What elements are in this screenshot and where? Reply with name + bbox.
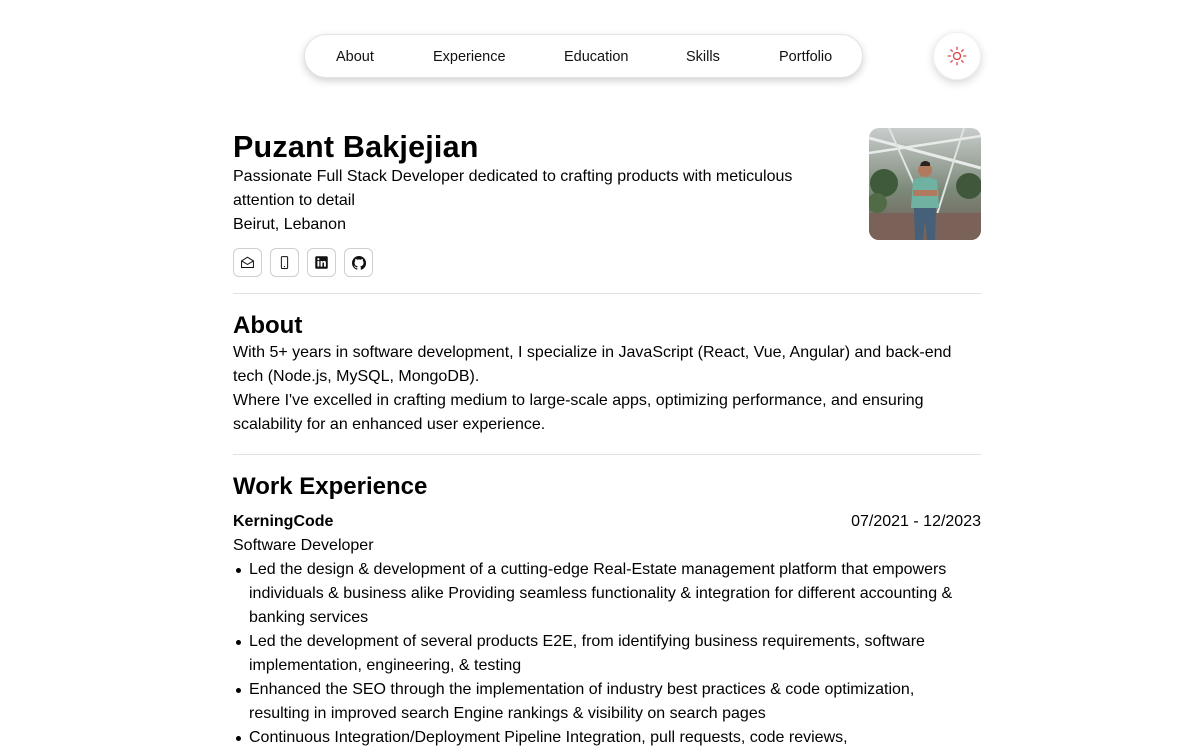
profile-name: Puzant Bakjejian (233, 130, 479, 164)
job-role: Software Developer (233, 537, 374, 554)
nav-item-portfolio[interactable]: Portfolio (779, 35, 832, 79)
experience-heading: Work Experience (233, 473, 428, 500)
list-item: Continuous Integration/Deployment Pipeli… (236, 726, 969, 750)
nav-item-skills[interactable]: Skills (686, 35, 720, 79)
theme-toggle-button[interactable] (933, 32, 981, 80)
sun-icon (947, 46, 967, 66)
github-icon (351, 255, 366, 270)
section-divider (233, 293, 981, 294)
linkedin-button[interactable] (307, 248, 336, 277)
phone-button[interactable] (270, 248, 299, 277)
nav-item-about[interactable]: About (336, 35, 374, 79)
list-item: Enhanced the SEO through the implementat… (236, 678, 969, 726)
profile-photo (869, 128, 981, 240)
job-company: KerningCode (233, 513, 334, 530)
top-navigation: About Experience Education Skills Portfo… (304, 34, 863, 78)
phone-icon (280, 256, 289, 269)
profile-tagline: Passionate Full Stack Developer dedicate… (233, 168, 793, 209)
email-button[interactable] (233, 248, 262, 277)
list-item: Led the design & development of a cuttin… (236, 558, 969, 630)
about-paragraph-2: Where I've excelled in crafting medium t… (233, 392, 924, 433)
job-responsibilities: Led the design & development of a cuttin… (236, 558, 969, 750)
avatar (869, 128, 981, 240)
linkedin-icon (315, 256, 328, 269)
nav-item-experience[interactable]: Experience (433, 35, 506, 79)
list-item: Led the development of several products … (236, 630, 969, 678)
contact-links (233, 248, 373, 277)
profile-location: Beirut, Lebanon (233, 216, 346, 233)
mail-icon (241, 256, 254, 268)
about-paragraph-1: With 5+ years in software development, I… (233, 344, 952, 385)
github-button[interactable] (344, 248, 373, 277)
nav-item-education[interactable]: Education (564, 35, 629, 79)
section-divider (233, 454, 981, 455)
job-dates: 07/2021 - 12/2023 (851, 513, 981, 530)
about-heading: About (233, 312, 303, 339)
